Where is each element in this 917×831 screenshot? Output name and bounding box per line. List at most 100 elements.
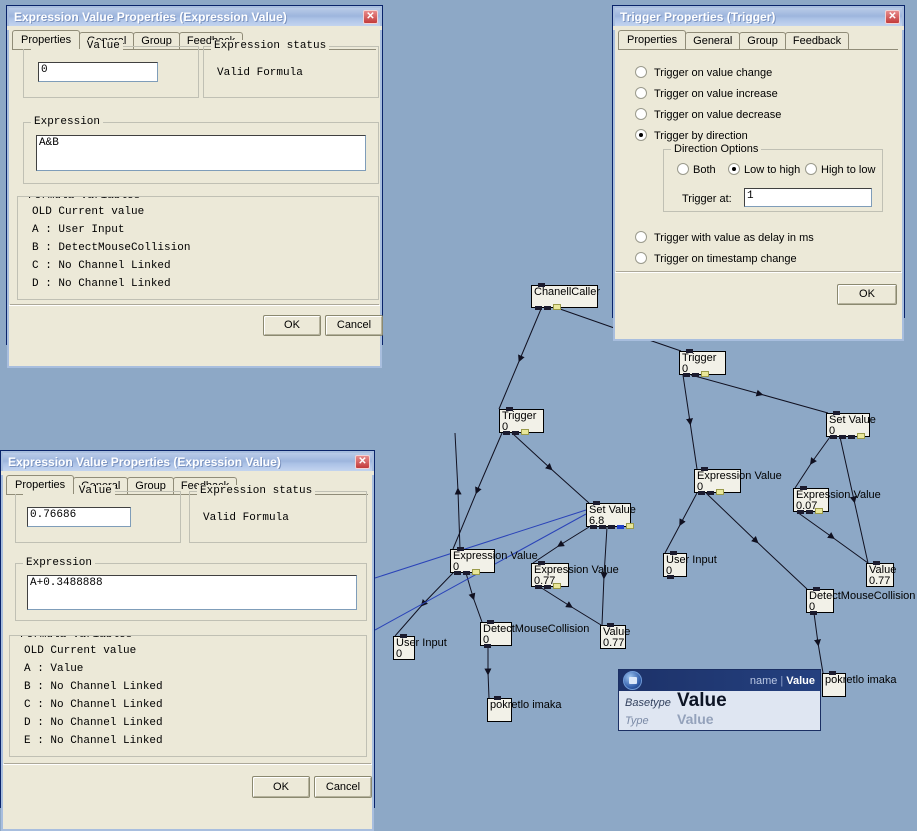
node-output-port[interactable]: [454, 571, 461, 575]
trigger-properties-dialog[interactable]: Trigger Properties (Trigger) ✕ Propertie…: [612, 5, 905, 341]
tab-properties[interactable]: Properties: [12, 30, 81, 49]
graph-node-setvalue_68[interactable]: Set Value 6.8: [586, 501, 636, 529]
expression-value-properties-dialog-top[interactable]: Expression Value Properties (Expression …: [6, 5, 383, 368]
radio-direction-both[interactable]: [677, 163, 689, 175]
node-input-port[interactable]: [670, 551, 677, 555]
node-output-port[interactable]: [692, 373, 699, 377]
current-value-input[interactable]: 0.76686: [27, 507, 131, 527]
node-output-port[interactable]: [599, 525, 606, 529]
expression-value-properties-dialog-bottom[interactable]: Expression Value Properties (Expression …: [0, 450, 375, 831]
tab-properties[interactable]: Properties: [618, 30, 687, 49]
node-output-port[interactable]: [698, 491, 705, 495]
node-feedback-port[interactable]: [716, 489, 724, 495]
node-output-port[interactable]: [544, 585, 551, 589]
node-input-port[interactable]: [593, 501, 600, 505]
graph-node-expr_left[interactable]: Expression Value 0: [450, 547, 538, 575]
titlebar[interactable]: Expression Value Properties (Expression …: [7, 6, 382, 26]
node-feedback-port[interactable]: [553, 304, 561, 310]
node-input-port[interactable]: [829, 671, 836, 675]
node-output-port[interactable]: [535, 306, 542, 310]
graph-node-pokretlo_l[interactable]: pokretlo imaka: [487, 696, 562, 722]
radio-trigger-value-increase[interactable]: [635, 87, 647, 99]
node-input-port[interactable]: [607, 623, 614, 627]
cancel-button[interactable]: Cancel: [325, 315, 383, 336]
node-input-port[interactable]: [494, 696, 501, 700]
tab-properties[interactable]: Properties: [6, 475, 75, 494]
tab-bar[interactable]: Properties General Group Feedback: [618, 30, 902, 49]
node-feedback-port[interactable]: [472, 569, 480, 575]
node-output-port[interactable]: [707, 491, 714, 495]
graph-node-userinput_l[interactable]: User Input 0: [393, 634, 447, 660]
trigger-at-input[interactable]: 1: [744, 188, 872, 207]
radio-direction-high-to-low[interactable]: [805, 163, 817, 175]
graph-node-expr_007[interactable]: Expression Value 0.07: [793, 486, 881, 514]
radio-trigger-by-direction[interactable]: [635, 129, 647, 141]
tab-group[interactable]: Group: [739, 32, 786, 49]
tab-feedback[interactable]: Feedback: [784, 32, 850, 49]
cancel-button[interactable]: Cancel: [314, 776, 372, 798]
node-feedback-port[interactable]: [553, 583, 561, 589]
node-input-port[interactable]: [400, 634, 407, 638]
ok-button[interactable]: OK: [252, 776, 310, 798]
graph-node-value_r[interactable]: Value 0.77: [866, 561, 896, 587]
graph-node-pokretlo_r[interactable]: pokretlo imaka: [822, 671, 897, 697]
node-input-port[interactable]: [873, 561, 880, 565]
node-output-port[interactable]: [667, 575, 674, 579]
expression-input[interactable]: A&B: [36, 135, 366, 171]
graph-node-userinput_r[interactable]: User Input 0: [663, 551, 717, 579]
node-output-port[interactable]: [806, 510, 813, 514]
node-output-port[interactable]: [608, 525, 615, 529]
node-output-port[interactable]: [512, 431, 519, 435]
node-output-port[interactable]: [544, 306, 551, 310]
node-feedback-port[interactable]: [815, 508, 823, 514]
node-output-port[interactable]: [848, 435, 855, 439]
node-input-port[interactable]: [506, 407, 513, 411]
node-output-port[interactable]: [839, 435, 846, 439]
ok-button[interactable]: OK: [837, 284, 897, 305]
node-output-port[interactable]: [535, 585, 542, 589]
graph-node-chanellcaller[interactable]: ChanellCaller: [531, 283, 600, 310]
ok-button[interactable]: OK: [263, 315, 321, 336]
node-output-port[interactable]: [797, 510, 804, 514]
close-icon[interactable]: ✕: [355, 455, 370, 469]
node-input-port[interactable]: [487, 620, 494, 624]
node-output-port[interactable]: [683, 373, 690, 377]
radio-trigger-value-decrease[interactable]: [635, 108, 647, 120]
node-input-port[interactable]: [686, 349, 693, 353]
node-input-port[interactable]: [833, 411, 840, 415]
node-output-port-linked[interactable]: [617, 525, 624, 529]
graph-node-detect_left[interactable]: DetectMouseCollision 0: [480, 620, 589, 648]
close-icon[interactable]: ✕: [885, 10, 900, 24]
close-icon[interactable]: ✕: [363, 10, 378, 24]
node-output-port[interactable]: [503, 431, 510, 435]
node-input-port[interactable]: [457, 547, 464, 551]
titlebar[interactable]: Trigger Properties (Trigger) ✕: [613, 6, 904, 26]
node-feedback-port[interactable]: [626, 523, 634, 529]
radio-direction-low-to-high[interactable]: [728, 163, 740, 175]
radio-trigger-timestamp[interactable]: [635, 252, 647, 264]
node-input-port[interactable]: [538, 283, 545, 287]
graph-node-setvalue_right[interactable]: Set Value 0: [826, 411, 876, 439]
radio-trigger-value-change[interactable]: [635, 66, 647, 78]
node-output-port[interactable]: [810, 611, 817, 615]
node-input-port[interactable]: [813, 587, 820, 591]
radio-trigger-delay[interactable]: [635, 231, 647, 243]
node-input-port[interactable]: [800, 486, 807, 490]
node-output-port[interactable]: [463, 571, 470, 575]
node-output-port[interactable]: [830, 435, 837, 439]
node-feedback-port[interactable]: [701, 371, 709, 377]
graph-node-value_l[interactable]: Value 0.77: [600, 623, 630, 649]
node-output-port[interactable]: [590, 525, 597, 529]
expression-input[interactable]: A+0.3488888: [27, 575, 357, 610]
current-value-input[interactable]: 0: [38, 62, 158, 82]
graph-node-trigger_left[interactable]: Trigger 0: [499, 407, 544, 435]
node-input-port[interactable]: [538, 561, 545, 565]
titlebar[interactable]: Expression Value Properties (Expression …: [1, 451, 374, 471]
graph-node-expr_077[interactable]: Expression Value 0.77: [531, 561, 619, 589]
node-input-port[interactable]: [701, 467, 708, 471]
graph-node-expr_mid[interactable]: Expression Value 0: [694, 467, 782, 495]
node-feedback-port[interactable]: [857, 433, 865, 439]
tab-general[interactable]: General: [685, 32, 741, 49]
node-output-port[interactable]: [484, 644, 491, 648]
graph-node-detect_right[interactable]: DetectMouseCollision 0: [806, 587, 915, 615]
